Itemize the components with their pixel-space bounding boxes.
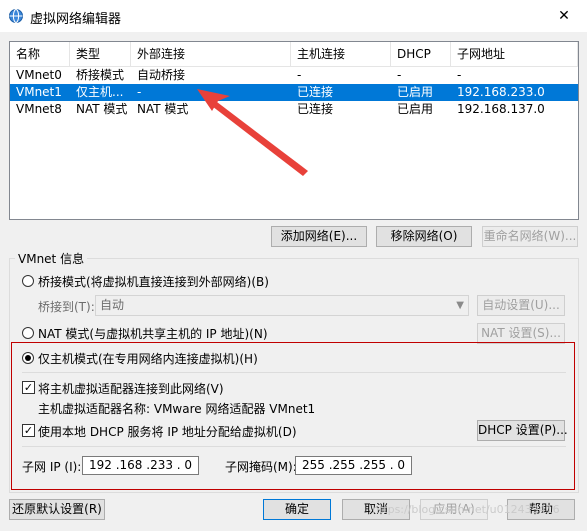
subnet-ip-input[interactable]: 192 .168 .233 . 0	[82, 456, 199, 475]
vmnet-info-label: VMnet 信息	[15, 250, 88, 267]
cell-host: -	[297, 68, 302, 82]
chevron-down-icon: ▼	[456, 300, 464, 311]
list-header: 名称 类型 外部连接 主机连接 DHCP 子网地址	[10, 42, 578, 67]
nat-settings-button[interactable]: NAT 设置(S)...	[477, 323, 565, 344]
adapter-name-label: 主机虚拟适配器名称: VMware 网络适配器 VMnet1	[38, 402, 316, 416]
column-header-type[interactable]: 类型	[70, 42, 131, 66]
cell-type: 仅主机...	[76, 85, 124, 99]
table-row[interactable]: VMnet0 桥接模式 自动桥接 - - -	[10, 67, 578, 84]
connect-adapter-checkbox[interactable]: ✓	[22, 381, 35, 394]
table-row[interactable]: VMnet1 仅主机... - 已连接 已启用 192.168.233.0	[10, 84, 578, 101]
subnet-ip-label: 子网 IP (I):	[22, 460, 82, 474]
cell-host: 已连接	[297, 85, 334, 99]
cell-subnet: 192.168.233.0	[457, 85, 545, 99]
column-header-external[interactable]: 外部连接	[131, 42, 291, 66]
column-header-subnet[interactable]: 子网地址	[451, 42, 578, 66]
close-icon[interactable]: ✕	[549, 4, 579, 28]
dhcp-settings-button[interactable]: DHCP 设置(P)...	[477, 420, 568, 441]
cell-host: 已连接	[297, 102, 334, 116]
network-list[interactable]: 名称 类型 外部连接 主机连接 DHCP 子网地址 VMnet0 桥接模式 自动桥接…	[9, 41, 579, 220]
bridge-to-select[interactable]: 自动 ▼	[95, 295, 469, 316]
add-network-button[interactable]: 添加网络(E)...	[271, 226, 367, 247]
cell-name: VMnet1	[16, 85, 62, 99]
cell-subnet: 192.168.137.0	[457, 102, 545, 116]
globe-icon	[9, 9, 23, 23]
bridge-to-value: 自动	[100, 298, 125, 312]
cell-type: 桥接模式	[76, 68, 125, 82]
cell-external: NAT 模式	[137, 102, 189, 116]
cell-subnet: -	[457, 68, 462, 82]
cell-name: VMnet0	[16, 68, 62, 82]
bridge-mode-label: 桥接模式(将虚拟机直接连接到外部网络)(B)	[38, 275, 269, 289]
ok-button[interactable]: 确定	[263, 499, 331, 520]
subnet-mask-input[interactable]: 255 .255 .255 . 0	[295, 456, 412, 475]
divider	[22, 446, 566, 447]
auto-settings-button[interactable]: 自动设置(U)...	[477, 295, 565, 316]
cell-dhcp: 已启用	[397, 102, 434, 116]
bridge-mode-radio[interactable]	[22, 275, 34, 287]
cell-external: -	[137, 85, 142, 99]
remove-network-button[interactable]: 移除网络(O)	[376, 226, 472, 247]
cell-dhcp: -	[397, 68, 402, 82]
cell-external: 自动桥接	[137, 68, 186, 82]
window-title: 虚拟网络编辑器	[30, 12, 122, 27]
cell-type: NAT 模式	[76, 102, 128, 116]
cell-name: VMnet8	[16, 102, 62, 116]
host-only-mode-label: 仅主机模式(在专用网络内连接虚拟机)(H)	[38, 352, 258, 366]
connect-adapter-label: 将主机虚拟适配器连接到此网络(V)	[38, 382, 224, 396]
bridge-to-label: 桥接到(T):	[38, 300, 95, 314]
title-bar: 虚拟网络编辑器 ✕	[0, 0, 587, 32]
use-dhcp-checkbox[interactable]: ✓	[22, 424, 35, 437]
watermark: https://blog.csdn.net/u012439416	[372, 503, 560, 516]
use-dhcp-label: 使用本地 DHCP 服务将 IP 地址分配给虚拟机(D)	[38, 425, 297, 439]
column-header-host[interactable]: 主机连接	[291, 42, 391, 66]
nat-mode-label: NAT 模式(与虚拟机共享主机的 IP 地址)(N)	[38, 327, 268, 341]
cell-dhcp: 已启用	[397, 85, 434, 99]
restore-defaults-button[interactable]: 还原默认设置(R)	[9, 499, 105, 520]
rename-network-button[interactable]: 重命名网络(W)...	[482, 226, 578, 247]
column-header-dhcp[interactable]: DHCP	[391, 42, 451, 66]
subnet-mask-label: 子网掩码(M):	[225, 460, 297, 474]
host-only-mode-radio[interactable]	[22, 352, 34, 364]
divider	[22, 372, 566, 373]
table-row[interactable]: VMnet8 NAT 模式 NAT 模式 已连接 已启用 192.168.137.0	[10, 101, 578, 118]
nat-mode-radio[interactable]	[22, 327, 34, 339]
column-header-name[interactable]: 名称	[10, 42, 70, 66]
